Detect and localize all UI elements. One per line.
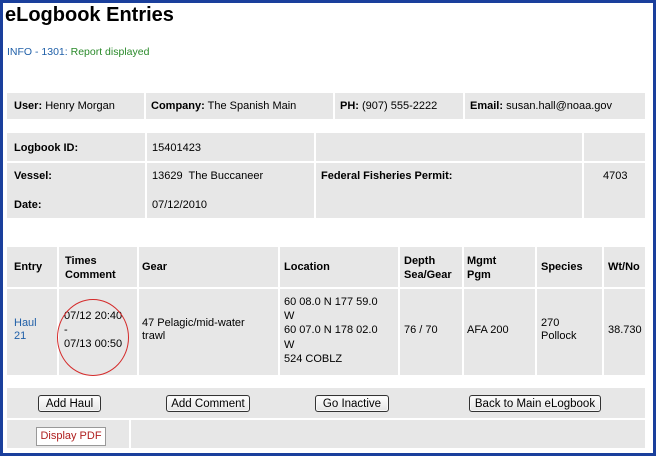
phone-label: PH: [340, 100, 359, 112]
logbook-id-value: 15401423 [152, 142, 201, 154]
email-label: Email: [470, 100, 504, 112]
header-depth: Depth Sea/Gear [404, 255, 452, 281]
header-gear: Gear [142, 261, 168, 273]
company-field: Company: The Spanish Main [151, 100, 296, 112]
header-wt: Wt/No [608, 261, 640, 273]
company-label: Company: [151, 100, 205, 112]
header-entry: Entry [14, 261, 43, 273]
info-text: Report displayed [70, 46, 150, 58]
vessel-name: The Buccaneer [188, 170, 264, 182]
permit-value: 4703 [603, 170, 628, 182]
row-location: 60 08.0 N 177 59.0 W 60 07.0 N 178 02.0 … [284, 296, 378, 365]
info-code: INFO - 1301: [7, 46, 68, 58]
user-field: User: Henry Morgan [14, 100, 115, 112]
header-species: Species [541, 261, 583, 273]
vessel-label: Vessel: [14, 170, 52, 182]
email-value: susan.hall@noaa.gov [506, 100, 613, 112]
logbook-info: Logbook ID: 15401423 Vessel: 13629 The B… [7, 133, 645, 218]
header-location: Location [284, 261, 330, 273]
info-message: INFO - 1301: Report displayed [7, 46, 149, 58]
row-mgmt: AFA 200 [467, 324, 509, 336]
display-pdf-button[interactable]: Display PDF [36, 427, 106, 446]
go-inactive-button[interactable]: Go Inactive [315, 395, 389, 412]
row-wt: 38.730 [608, 324, 642, 336]
add-comment-button[interactable]: Add Comment [166, 395, 250, 412]
header-mgmt: Mgmt Pgm [467, 255, 497, 281]
email-field: Email: susan.hall@noaa.gov [470, 100, 612, 112]
logbook-id-label: Logbook ID: [14, 142, 79, 154]
company-value: The Spanish Main [207, 100, 297, 112]
row-gear: 47 Pelagic/mid-water trawl [142, 317, 245, 342]
back-to-main-button[interactable]: Back to Main eLogbook [469, 395, 601, 412]
action-bar: Add Haul Add Comment Go Inactive Back to… [7, 388, 645, 448]
row-depth: 76 / 70 [404, 324, 438, 336]
permit-label: Federal Fisheries Permit: [321, 170, 453, 182]
user-label: User: [14, 100, 43, 112]
annotation-circle [57, 299, 129, 376]
vessel-number: 13629 [152, 170, 183, 182]
date-value: 07/12/2010 [152, 199, 208, 211]
phone-field: PH: (907) 555-2222 [340, 100, 437, 112]
vessel-value: 13629 The Buccaneer [152, 170, 263, 182]
date-label: Date: [14, 199, 42, 211]
page-title: eLogbook Entries [5, 4, 174, 26]
row-species: 270 Pollock [541, 317, 577, 342]
user-value: Henry Morgan [45, 100, 115, 112]
phone-value: (907) 555-2222 [362, 100, 438, 112]
haul-link[interactable]: Haul 21 [14, 317, 37, 343]
user-bar: User: Henry Morgan Company: The Spanish … [7, 93, 645, 119]
header-times: Times Comment [65, 255, 116, 281]
add-haul-button[interactable]: Add Haul [38, 395, 101, 412]
